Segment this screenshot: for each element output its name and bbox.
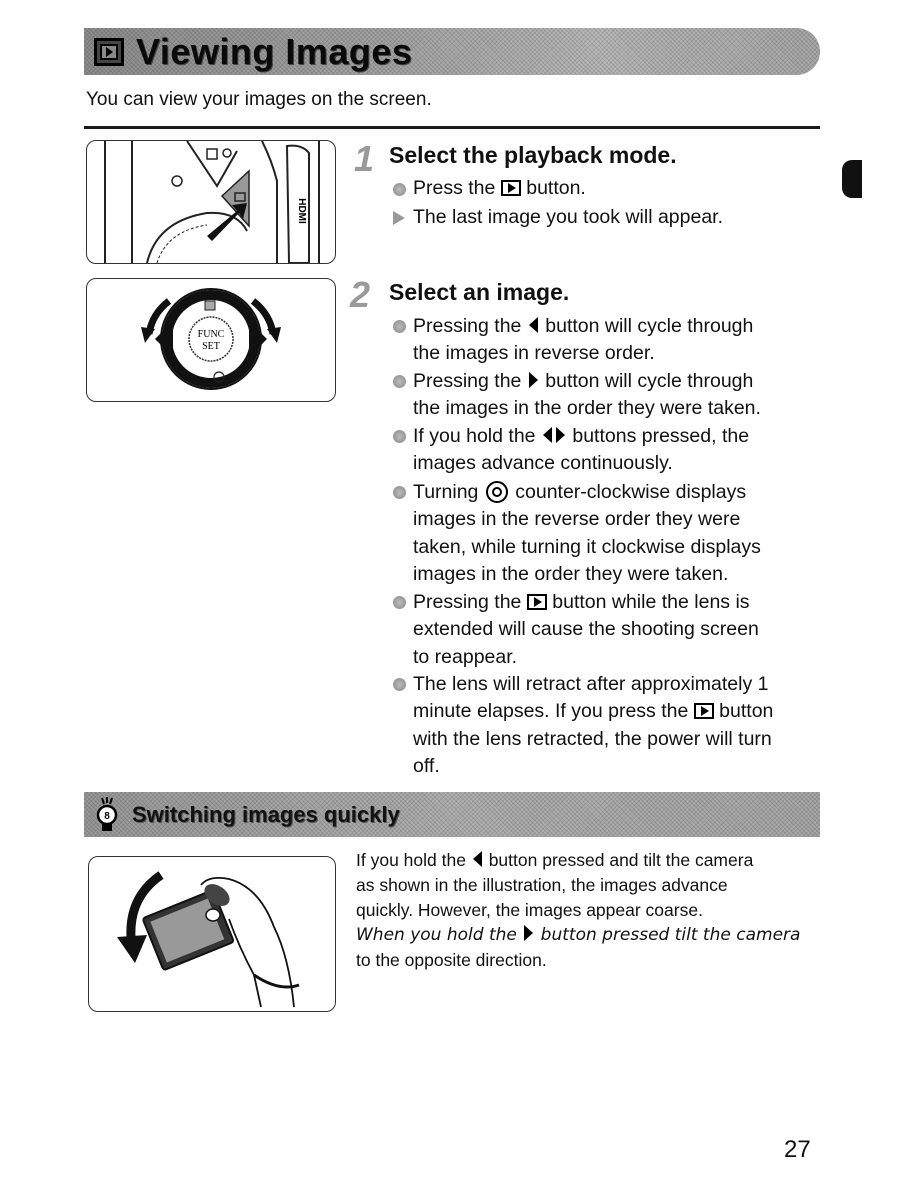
step-2-item-3: If you hold the buttons pressed, the ima… — [413, 425, 750, 475]
chapter-tab — [842, 160, 862, 198]
step-2-item-6: The lens will retract after approximatel… — [413, 673, 774, 777]
func-set-label: FUNC — [198, 329, 225, 340]
page-number: 27 — [784, 1136, 811, 1163]
step-2-item-4: Turning counter-clockwise displays image… — [413, 481, 761, 585]
step-2-title: Select an image. — [389, 279, 570, 305]
playback-icon — [94, 37, 124, 66]
step-1-instruction: Press the button. — [413, 177, 586, 199]
bullet-icon — [393, 375, 406, 388]
bullet-icon — [393, 320, 406, 333]
svg-text:SET: SET — [202, 341, 220, 352]
camera-playback-button-illustration: HDMI — [86, 140, 336, 264]
section-title-banner: Viewing Images — [84, 28, 820, 75]
bullet-icon — [393, 430, 406, 443]
divider — [84, 126, 820, 129]
right-button-icon — [524, 925, 534, 941]
left-button-icon — [542, 427, 552, 443]
bullet-icon — [393, 596, 406, 609]
step-1-result: The last image you took will appear. — [413, 206, 724, 228]
right-button-icon — [555, 427, 565, 443]
bullet-icon — [393, 678, 406, 691]
bullet-icon — [393, 486, 406, 499]
lightbulb-icon: 8 — [94, 796, 120, 833]
page-title: Viewing Images — [136, 30, 413, 72]
playback-button-icon — [526, 594, 547, 610]
step-number-2: 2 — [350, 274, 371, 315]
step-number-1: 1 — [354, 138, 375, 179]
tip-banner: 8 Switching images quickly — [84, 792, 820, 837]
step-2-item-5: Pressing the button while the lens is ex… — [413, 591, 759, 668]
step-2-item-1: Pressing the button will cycle through t… — [413, 315, 754, 365]
left-button-icon — [472, 851, 482, 867]
tip-text: If you hold the button pressed and tilt … — [356, 850, 801, 970]
bullet-icon — [393, 183, 406, 196]
result-arrow-icon — [393, 211, 405, 225]
step-2-item-2: Pressing the button will cycle through t… — [413, 370, 761, 420]
control-dial-illustration: FUNC SET — [86, 278, 336, 402]
step-1-title: Select the playback mode. — [389, 142, 677, 168]
playback-button-icon — [693, 703, 714, 720]
tip-title: Switching images quickly — [132, 801, 400, 827]
right-button-icon — [528, 372, 538, 388]
left-button-icon — [528, 317, 538, 333]
intro-text: You can view your images on the screen. — [86, 89, 432, 110]
control-dial-icon — [485, 481, 508, 503]
playback-button-icon — [500, 180, 521, 196]
tilt-camera-illustration — [88, 856, 336, 1012]
svg-text:8: 8 — [104, 811, 110, 822]
hdmi-label: HDMI — [296, 198, 307, 224]
